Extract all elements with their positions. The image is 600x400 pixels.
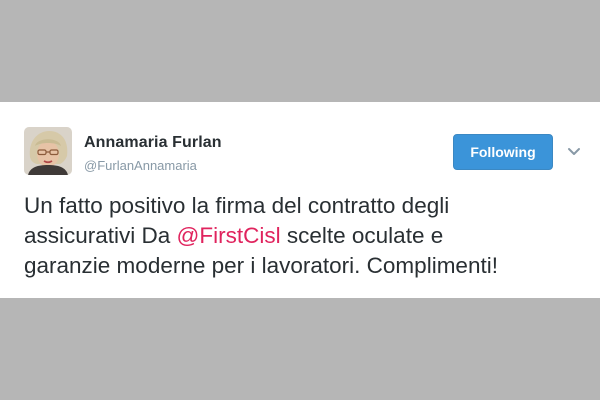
avatar[interactable] [24,127,72,175]
following-button[interactable]: Following [453,134,553,170]
mention-link[interactable]: @FirstCisl [177,223,281,248]
tweet-text-line: Un fatto positivo la firma del contratto… [24,193,450,218]
tweet-text: Un fatto positivo la firma del contratto… [24,191,594,281]
tweet-card: Annamaria Furlan @FurlanAnnamaria Follow… [0,102,600,298]
user-avatar-photo-icon [24,127,72,175]
author-handle[interactable]: @FurlanAnnamaria [84,158,197,173]
tweet-text-line: garanzie moderne per i lavoratori. Compl… [24,253,498,278]
tweet-text-segment: scelte oculate e [280,223,444,248]
author-display-name[interactable]: Annamaria Furlan [84,134,222,152]
tweet-text-segment: assicurativi Da [24,223,177,248]
more-options-button[interactable] [565,145,583,159]
tweet-text-line: assicurativi Da @FirstCisl scelte oculat… [24,221,594,251]
chevron-down-icon [568,148,580,155]
